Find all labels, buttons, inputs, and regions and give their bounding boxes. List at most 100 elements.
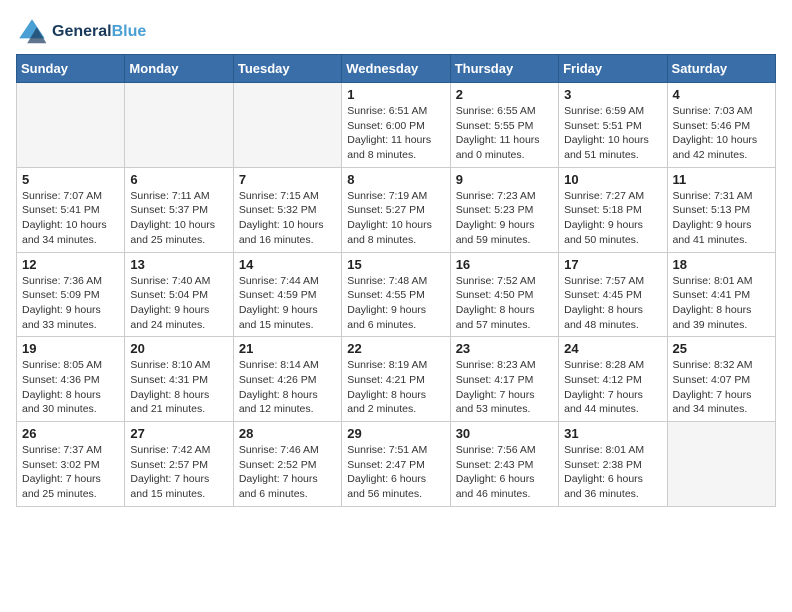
weekday-header-sunday: Sunday	[17, 55, 125, 83]
day-number: 11	[673, 172, 770, 187]
calendar-cell: 23 Sunrise: 8:23 AMSunset: 4:17 PMDayligh…	[450, 337, 558, 422]
week-row-5: 26 Sunrise: 7:37 AMSunset: 3:02 PMDayligh…	[17, 422, 776, 507]
day-number: 14	[239, 257, 336, 272]
calendar-cell: 24 Sunrise: 8:28 AMSunset: 4:12 PMDayligh…	[559, 337, 667, 422]
calendar-cell: 18 Sunrise: 8:01 AMSunset: 4:41 PMDayligh…	[667, 252, 775, 337]
calendar-cell: 12 Sunrise: 7:36 AMSunset: 5:09 PMDayligh…	[17, 252, 125, 337]
calendar-cell	[125, 83, 233, 168]
calendar-cell: 3 Sunrise: 6:59 AMSunset: 5:51 PMDaylight…	[559, 83, 667, 168]
day-info: Sunrise: 7:57 AMSunset: 4:45 PMDaylight:…	[564, 274, 661, 333]
day-number: 21	[239, 341, 336, 356]
day-info: Sunrise: 8:10 AMSunset: 4:31 PMDaylight:…	[130, 358, 227, 417]
day-info: Sunrise: 7:36 AMSunset: 5:09 PMDaylight:…	[22, 274, 119, 333]
day-info: Sunrise: 8:28 AMSunset: 4:12 PMDaylight:…	[564, 358, 661, 417]
calendar-cell: 7 Sunrise: 7:15 AMSunset: 5:32 PMDaylight…	[233, 167, 341, 252]
day-number: 7	[239, 172, 336, 187]
day-info: Sunrise: 6:55 AMSunset: 5:55 PMDaylight:…	[456, 104, 553, 163]
week-row-2: 5 Sunrise: 7:07 AMSunset: 5:41 PMDaylight…	[17, 167, 776, 252]
day-info: Sunrise: 7:23 AMSunset: 5:23 PMDaylight:…	[456, 189, 553, 248]
day-number: 15	[347, 257, 444, 272]
day-number: 3	[564, 87, 661, 102]
calendar-cell: 9 Sunrise: 7:23 AMSunset: 5:23 PMDaylight…	[450, 167, 558, 252]
calendar-cell: 26 Sunrise: 7:37 AMSunset: 3:02 PMDayligh…	[17, 422, 125, 507]
day-info: Sunrise: 7:07 AMSunset: 5:41 PMDaylight:…	[22, 189, 119, 248]
day-info: Sunrise: 7:37 AMSunset: 3:02 PMDaylight:…	[22, 443, 119, 502]
calendar: SundayMondayTuesdayWednesdayThursdayFrid…	[16, 54, 776, 507]
day-number: 29	[347, 426, 444, 441]
calendar-cell	[17, 83, 125, 168]
day-info: Sunrise: 6:59 AMSunset: 5:51 PMDaylight:…	[564, 104, 661, 163]
day-info: Sunrise: 8:05 AMSunset: 4:36 PMDaylight:…	[22, 358, 119, 417]
day-info: Sunrise: 8:23 AMSunset: 4:17 PMDaylight:…	[456, 358, 553, 417]
day-number: 9	[456, 172, 553, 187]
calendar-cell: 10Sunrise: 7:27 AMSunset: 5:18 PMDayligh…	[559, 167, 667, 252]
calendar-cell: 29 Sunrise: 7:51 AMSunset: 2:47 PMDayligh…	[342, 422, 450, 507]
day-number: 27	[130, 426, 227, 441]
calendar-cell: 20 Sunrise: 8:10 AMSunset: 4:31 PMDayligh…	[125, 337, 233, 422]
calendar-cell: 13 Sunrise: 7:40 AMSunset: 5:04 PMDayligh…	[125, 252, 233, 337]
day-info: Sunrise: 7:51 AMSunset: 2:47 PMDaylight:…	[347, 443, 444, 502]
weekday-header-row: SundayMondayTuesdayWednesdayThursdayFrid…	[17, 55, 776, 83]
day-info: Sunrise: 8:01 AMSunset: 4:41 PMDaylight:…	[673, 274, 770, 333]
day-number: 22	[347, 341, 444, 356]
day-info: Sunrise: 8:32 AMSunset: 4:07 PMDaylight:…	[673, 358, 770, 417]
day-number: 10	[564, 172, 661, 187]
day-info: Sunrise: 8:01 AMSunset: 2:38 PMDaylight:…	[564, 443, 661, 502]
calendar-cell: 14Sunrise: 7:44 AMSunset: 4:59 PMDayligh…	[233, 252, 341, 337]
calendar-cell: 1 Sunrise: 6:51 AMSunset: 6:00 PMDaylight…	[342, 83, 450, 168]
day-number: 23	[456, 341, 553, 356]
calendar-cell: 31 Sunrise: 8:01 AMSunset: 2:38 PMDayligh…	[559, 422, 667, 507]
day-number: 25	[673, 341, 770, 356]
day-number: 31	[564, 426, 661, 441]
logo-icon	[16, 16, 48, 48]
calendar-cell: 16Sunrise: 7:52 AMSunset: 4:50 PMDayligh…	[450, 252, 558, 337]
calendar-cell: 30Sunrise: 7:56 AMSunset: 2:43 PMDayligh…	[450, 422, 558, 507]
calendar-cell: 22Sunrise: 8:19 AMSunset: 4:21 PMDayligh…	[342, 337, 450, 422]
day-info: Sunrise: 7:46 AMSunset: 2:52 PMDaylight:…	[239, 443, 336, 502]
day-number: 6	[130, 172, 227, 187]
day-number: 28	[239, 426, 336, 441]
day-info: Sunrise: 7:48 AMSunset: 4:55 PMDaylight:…	[347, 274, 444, 333]
day-number: 20	[130, 341, 227, 356]
calendar-cell: 25 Sunrise: 8:32 AMSunset: 4:07 PMDayligh…	[667, 337, 775, 422]
day-info: Sunrise: 8:14 AMSunset: 4:26 PMDaylight:…	[239, 358, 336, 417]
calendar-cell	[667, 422, 775, 507]
weekday-header-friday: Friday	[559, 55, 667, 83]
calendar-cell: 2Sunrise: 6:55 AMSunset: 5:55 PMDaylight…	[450, 83, 558, 168]
day-number: 13	[130, 257, 227, 272]
day-info: Sunrise: 7:40 AMSunset: 5:04 PMDaylight:…	[130, 274, 227, 333]
logo-text: GeneralBlue	[52, 23, 146, 41]
day-number: 1	[347, 87, 444, 102]
calendar-cell: 15 Sunrise: 7:48 AMSunset: 4:55 PMDayligh…	[342, 252, 450, 337]
day-number: 16	[456, 257, 553, 272]
day-number: 8	[347, 172, 444, 187]
day-info: Sunrise: 7:31 AMSunset: 5:13 PMDaylight:…	[673, 189, 770, 248]
page-header: GeneralBlue	[16, 16, 776, 48]
day-number: 24	[564, 341, 661, 356]
day-info: Sunrise: 7:15 AMSunset: 5:32 PMDaylight:…	[239, 189, 336, 248]
calendar-cell: 5 Sunrise: 7:07 AMSunset: 5:41 PMDaylight…	[17, 167, 125, 252]
weekday-header-wednesday: Wednesday	[342, 55, 450, 83]
weekday-header-tuesday: Tuesday	[233, 55, 341, 83]
weekday-header-saturday: Saturday	[667, 55, 775, 83]
calendar-cell: 17Sunrise: 7:57 AMSunset: 4:45 PMDayligh…	[559, 252, 667, 337]
logo: GeneralBlue	[16, 16, 146, 48]
calendar-cell: 21 Sunrise: 8:14 AMSunset: 4:26 PMDayligh…	[233, 337, 341, 422]
calendar-cell: 8Sunrise: 7:19 AMSunset: 5:27 PMDaylight…	[342, 167, 450, 252]
calendar-cell: 6Sunrise: 7:11 AMSunset: 5:37 PMDaylight…	[125, 167, 233, 252]
day-info: Sunrise: 6:51 AMSunset: 6:00 PMDaylight:…	[347, 104, 444, 163]
day-info: Sunrise: 7:56 AMSunset: 2:43 PMDaylight:…	[456, 443, 553, 502]
calendar-cell: 28 Sunrise: 7:46 AMSunset: 2:52 PMDayligh…	[233, 422, 341, 507]
calendar-cell: 11 Sunrise: 7:31 AMSunset: 5:13 PMDayligh…	[667, 167, 775, 252]
calendar-cell: 4Sunrise: 7:03 AMSunset: 5:46 PMDaylight…	[667, 83, 775, 168]
day-info: Sunrise: 7:42 AMSunset: 2:57 PMDaylight:…	[130, 443, 227, 502]
weekday-header-thursday: Thursday	[450, 55, 558, 83]
day-info: Sunrise: 7:03 AMSunset: 5:46 PMDaylight:…	[673, 104, 770, 163]
week-row-1: 1 Sunrise: 6:51 AMSunset: 6:00 PMDaylight…	[17, 83, 776, 168]
week-row-3: 12 Sunrise: 7:36 AMSunset: 5:09 PMDayligh…	[17, 252, 776, 337]
day-number: 5	[22, 172, 119, 187]
day-number: 26	[22, 426, 119, 441]
day-number: 12	[22, 257, 119, 272]
calendar-cell	[233, 83, 341, 168]
day-number: 18	[673, 257, 770, 272]
